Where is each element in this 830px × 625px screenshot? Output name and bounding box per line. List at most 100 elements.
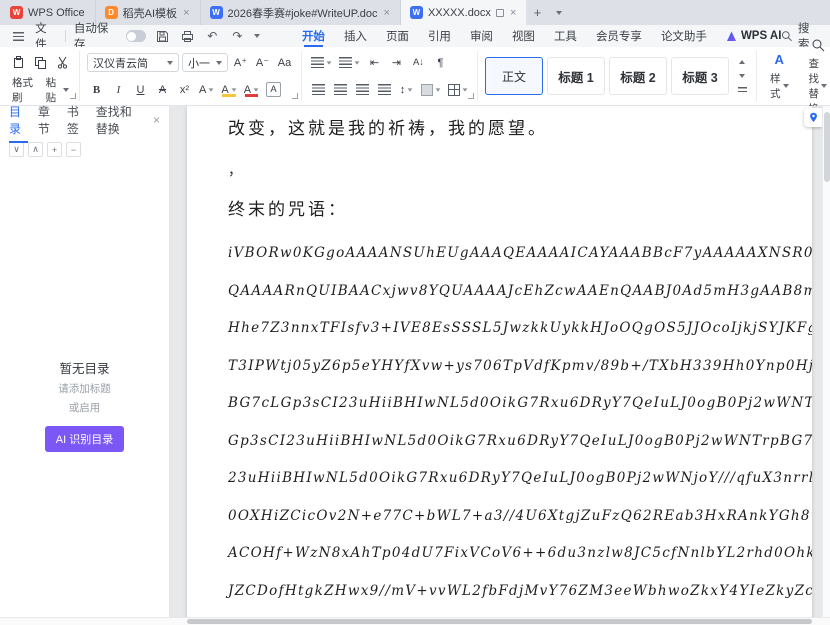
outdent-button[interactable]: ⇤ — [365, 53, 384, 72]
style-tools-group: A 样式 查找替换 — [757, 39, 830, 115]
vertical-scrollbar-thumb[interactable] — [824, 112, 830, 182]
navigation-sidebar: 目录 章节 书签 查找和替换 × ∨ ∧ + − 暂无目录 请添加标题 或启用 … — [0, 103, 170, 617]
superscript-button[interactable]: x² — [175, 80, 194, 99]
indent-button[interactable]: ⇥ — [387, 53, 406, 72]
numbered-list-button[interactable] — [337, 53, 362, 72]
document-page[interactable]: 改变，这就是我的祈祷，我的愿望。 ， 终末的咒语： iVBORw0KGgoAAA… — [187, 106, 812, 617]
bullet-list-button[interactable] — [309, 53, 334, 72]
font-color-button[interactable]: A — [242, 80, 261, 99]
sort-button[interactable]: A↓ — [409, 53, 428, 72]
expand-all-button[interactable]: ∧ — [28, 142, 43, 157]
horizontal-scrollbar-thumb[interactable] — [187, 619, 812, 624]
vertical-scrollbar[interactable] — [822, 106, 830, 617]
gallery-more-button[interactable] — [735, 85, 749, 96]
document-paragraph: ， — [228, 163, 242, 179]
document-paragraph: 改变，这就是我的祈祷，我的愿望。 — [228, 119, 548, 139]
menu-bar: 文件 自动保存 ↶ ↷ 开始 插入 页面 引用 审阅 视图 工具 会员专享 论文… — [0, 23, 830, 51]
ribbon-tab-tools[interactable]: 工具 — [554, 25, 577, 47]
document-paragraph: 终末的咒语： — [228, 200, 348, 220]
horizontal-scrollbar[interactable] — [0, 617, 830, 625]
tab-current-doc[interactable]: W XXXXX.docx × — [400, 0, 527, 25]
font-size-select[interactable]: 小一 — [182, 53, 228, 72]
save-icon[interactable] — [154, 27, 171, 45]
bold-button[interactable]: B — [87, 80, 106, 99]
tab-list-chevron-icon[interactable] — [548, 0, 570, 25]
zoom-in-outline-button[interactable]: + — [47, 142, 62, 157]
shrink-font-button[interactable]: A⁻ — [253, 53, 272, 72]
cut-scissors-icon[interactable] — [53, 53, 72, 72]
strikethrough-button[interactable]: A — [153, 80, 172, 99]
sidebar-tab-strip: 目录 章节 书签 查找和替换 × — [0, 103, 169, 143]
ribbon-tab-reference[interactable]: 引用 — [428, 25, 451, 47]
gallery-scroll-down-button[interactable] — [735, 71, 749, 82]
align-left-button[interactable] — [309, 80, 328, 99]
collapse-all-button[interactable]: ∨ — [9, 142, 24, 157]
justify-button[interactable] — [375, 80, 394, 99]
paragraph-group: ⇤ ⇥ A↓ ¶ ↕ — [302, 51, 478, 101]
copy-icon[interactable] — [31, 53, 50, 72]
shading-button[interactable] — [419, 80, 443, 99]
docer-icon: D — [104, 6, 118, 19]
underline-button[interactable]: U — [131, 80, 150, 99]
sidebar-tab-bookmarks[interactable]: 书签 — [67, 103, 86, 137]
find-magnifier-icon — [811, 36, 825, 53]
print-icon[interactable] — [179, 27, 196, 45]
styles-button[interactable]: A 样式 — [764, 51, 795, 101]
style-normal[interactable]: 正文 — [485, 57, 543, 95]
ribbon-tab-home[interactable]: 开始 — [302, 25, 325, 47]
new-tab-button[interactable]: + — [526, 0, 548, 25]
close-tab-icon[interactable]: × — [182, 7, 190, 19]
find-replace-button[interactable]: 查找替换 — [803, 36, 830, 116]
align-center-button[interactable] — [331, 80, 350, 99]
redo-icon[interactable]: ↷ — [229, 27, 246, 45]
gallery-scroll-up-button[interactable] — [735, 57, 749, 68]
change-case-button[interactable]: Aa — [275, 53, 294, 72]
font-name-select[interactable]: 汉仪青云简 — [87, 53, 179, 72]
ribbon-tab-member[interactable]: 会员专享 — [596, 25, 642, 47]
clipboard-group: 格式刷 粘贴 — [2, 51, 80, 104]
borders-button[interactable] — [446, 80, 470, 99]
hamburger-menu-icon[interactable] — [10, 27, 27, 45]
sidebar-tab-contents[interactable]: 目录 — [9, 103, 28, 143]
style-heading-3[interactable]: 标题 3 — [671, 57, 729, 95]
undo-icon[interactable]: ↶ — [204, 27, 221, 45]
document-text-line: w/58+c3rVu3McuXrzCXrIwId+7+rtJ2QRu3Cxqd3… — [228, 610, 792, 617]
font-group: 汉仪青云简 小一 A⁺ A⁻ Aa B I U A x² A A A A — [80, 51, 302, 101]
format-painter-button[interactable]: 格式刷 — [9, 77, 40, 104]
wps-doc-icon: W — [209, 6, 223, 19]
style-heading-2[interactable]: 标题 2 — [609, 57, 667, 95]
paragraph-marks-button[interactable]: ¶ — [431, 53, 450, 72]
character-scale-button[interactable]: A — [197, 80, 216, 99]
close-tab-icon[interactable]: × — [509, 7, 517, 19]
close-sidebar-icon[interactable]: × — [153, 113, 160, 127]
document-text-line: Hhe7Z3nnxTFIsfv3+IVE8EsSSSL5JwzkkUykkHJo… — [228, 320, 812, 336]
sidebar-tab-chapters[interactable]: 章节 — [38, 103, 57, 137]
ribbon-tab-insert[interactable]: 插入 — [344, 25, 367, 47]
paste-button[interactable]: 粘贴 — [43, 77, 72, 104]
ribbon-tab-page[interactable]: 页面 — [386, 25, 409, 47]
undo-history-chevron-icon[interactable] — [253, 34, 260, 38]
close-tab-icon[interactable]: × — [383, 7, 391, 19]
align-right-button[interactable] — [353, 80, 372, 99]
location-pin-button[interactable] — [804, 108, 822, 127]
zoom-out-outline-button[interactable]: − — [66, 142, 81, 157]
character-border-button[interactable]: A — [264, 80, 283, 99]
ribbon-tab-review[interactable]: 审阅 — [470, 25, 493, 47]
italic-button[interactable]: I — [109, 80, 128, 99]
line-spacing-button[interactable]: ↕ — [397, 80, 416, 99]
style-heading-1[interactable]: 标题 1 — [547, 57, 605, 95]
ai-recognize-outline-button[interactable]: AI 识别目录 — [44, 426, 125, 452]
document-content: 改变，这就是我的祈祷，我的愿望。 ， 终末的咒语： iVBORw0KGgoAAA… — [187, 106, 812, 617]
open-in-new-window-icon[interactable] — [495, 8, 504, 17]
divider — [64, 30, 66, 42]
grow-font-button[interactable]: A⁺ — [231, 53, 250, 72]
wps-doc-icon: W — [409, 6, 423, 19]
ribbon-tab-paper-assistant[interactable]: 论文助手 — [661, 25, 707, 47]
autosave-toggle[interactable] — [125, 30, 146, 42]
ribbon-toolbar: 格式刷 粘贴 汉仪青云简 小一 A⁺ A⁻ Aa B I U A x² A A … — [0, 39, 830, 115]
highlight-color-button[interactable]: A — [219, 80, 238, 99]
wps-logo-icon: W — [10, 6, 23, 19]
format-painter-icon[interactable] — [9, 53, 28, 72]
ribbon-tab-view[interactable]: 视图 — [512, 25, 535, 47]
sidebar-tab-find-replace[interactable]: 查找和替换 — [96, 103, 143, 137]
